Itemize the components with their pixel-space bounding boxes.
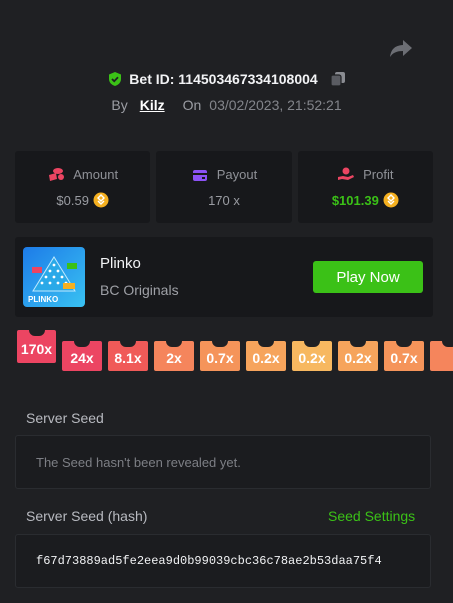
multiplier-slot: 0.2x bbox=[338, 341, 378, 371]
hand-coin-icon bbox=[338, 167, 355, 180]
server-seed-field: The Seed hasn't been revealed yet. bbox=[15, 435, 431, 489]
multiplier-slot: 170x bbox=[17, 330, 56, 363]
on-label: On bbox=[182, 97, 202, 113]
multiplier-row[interactable]: 170x 24x 8.1x 2x 0.7x 0.2x 0.2x 0.2x 0.7… bbox=[15, 330, 453, 376]
thumb-title: PLINKO bbox=[28, 295, 58, 304]
server-seed-label: Server Seed bbox=[26, 410, 104, 426]
play-now-button[interactable]: Play Now bbox=[313, 261, 423, 293]
bet-meta-row: By Kilz On 03/02/2023, 21:52:21 bbox=[0, 94, 453, 116]
stat-profit: Profit $101.39 bbox=[297, 151, 433, 223]
stat-amount: Amount $0.59 bbox=[15, 151, 151, 223]
copy-icon[interactable] bbox=[330, 71, 346, 87]
bet-id: Bet ID: 114503467334108004 bbox=[129, 71, 318, 87]
bet-date: 03/02/2023, 21:52:21 bbox=[209, 97, 342, 113]
multiplier-slot-partial bbox=[430, 341, 453, 371]
bet-id-row: Bet ID: 114503467334108004 bbox=[0, 68, 453, 90]
multiplier-slot: 8.1x bbox=[108, 341, 148, 371]
bcd-coin-icon bbox=[93, 192, 109, 208]
game-provider: BC Originals bbox=[100, 282, 179, 298]
wallet-icon bbox=[192, 169, 207, 181]
stat-label: Payout bbox=[216, 167, 258, 182]
server-seed-hash-field[interactable]: f67d73889ad5fe2eea9d0b99039cbc36c78ae2b5… bbox=[15, 534, 431, 588]
stat-payout: Payout 170 x bbox=[156, 151, 292, 223]
server-seed-hash-label: Server Seed (hash) bbox=[26, 508, 148, 524]
stat-value: 170 x bbox=[208, 192, 240, 208]
stat-label: Profit bbox=[363, 166, 394, 182]
server-seed-value: The Seed hasn't been revealed yet. bbox=[36, 454, 241, 470]
multiplier-slot: 0.2x bbox=[292, 341, 332, 371]
multiplier-slot: 2x bbox=[154, 341, 194, 371]
multiplier-slot: 0.2x bbox=[246, 341, 286, 371]
plinko-thumbnail[interactable]: PLINKO bbox=[23, 247, 85, 307]
stat-value: $0.59 bbox=[56, 192, 89, 208]
bcd-coin-icon bbox=[383, 192, 399, 208]
multiplier-slot: 0.7x bbox=[200, 341, 240, 371]
multiplier-slot: 24x bbox=[62, 341, 102, 371]
coins-icon bbox=[49, 168, 65, 181]
multiplier-slot: 0.7x bbox=[384, 341, 424, 371]
verified-shield-icon bbox=[109, 72, 122, 86]
bet-stats: Amount $0.59 Payout 170 x Profit $101.39 bbox=[15, 151, 433, 223]
by-label: By bbox=[111, 97, 128, 113]
user-link[interactable]: Kilz bbox=[140, 97, 165, 113]
server-seed-hash-value: f67d73889ad5fe2eea9d0b99039cbc36c78ae2b5… bbox=[36, 554, 382, 568]
stat-label: Amount bbox=[73, 166, 119, 182]
game-card: PLINKO Plinko BC Originals Play Now bbox=[15, 237, 433, 317]
share-icon[interactable] bbox=[388, 37, 414, 59]
game-name[interactable]: Plinko bbox=[100, 255, 141, 272]
stat-value: $101.39 bbox=[331, 192, 379, 208]
seed-settings-link[interactable]: Seed Settings bbox=[328, 508, 415, 524]
